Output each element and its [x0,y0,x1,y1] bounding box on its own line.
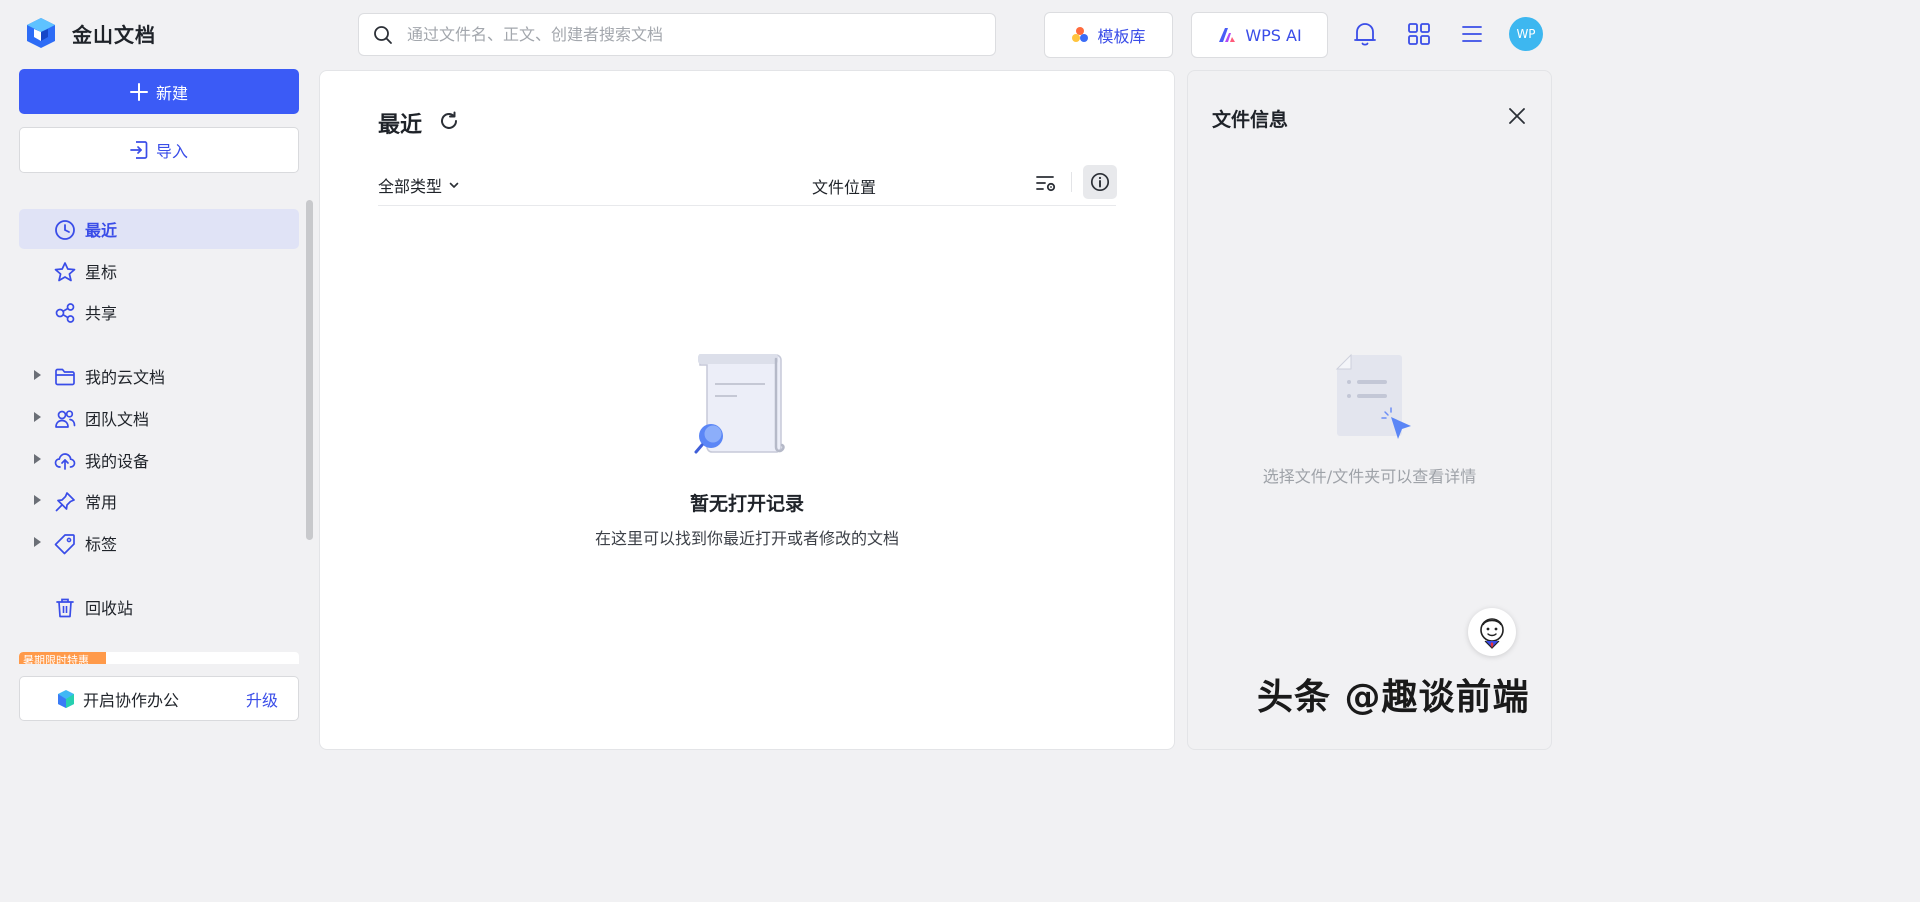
column-header-location: 文件位置 [812,178,877,197]
grid-icon [1408,23,1430,45]
type-filter-label: 全部类型 [378,177,443,196]
sidebar-item-label: 我的云文档 [85,368,166,387]
close-icon[interactable] [1506,105,1528,127]
select-file-illustration-icon [1335,353,1411,439]
type-filter-dropdown[interactable]: 全部类型 [378,173,460,197]
sidebar-item-label: 回收站 [85,599,134,618]
pin-icon [55,492,75,512]
search-box[interactable] [358,13,996,56]
sidebar-item-trash[interactable]: 回收站 [19,587,299,627]
tag-icon [54,534,75,555]
sidebar-item-label: 团队文档 [85,410,150,429]
expand-caret-icon[interactable] [34,370,41,380]
clock-icon [55,220,75,240]
collab-cube-icon [58,690,74,708]
sidebar-item-label: 星标 [85,263,118,282]
template-library-label: 模板库 [1097,27,1146,46]
header-divider [378,205,1116,206]
import-icon [130,141,148,159]
share-icon [55,303,75,323]
template-icon [1072,27,1089,42]
sidebar-item-label: 常用 [85,493,118,512]
trash-icon [56,598,74,618]
expand-caret-icon[interactable] [34,495,41,505]
sidebar-item-label: 最近 [85,221,118,240]
hamburger-icon [1462,26,1482,42]
template-library-button[interactable]: 模板库 [1044,12,1173,58]
expand-caret-icon[interactable] [34,412,41,422]
import-button[interactable]: 导入 [19,127,299,173]
list-settings-icon[interactable] [1034,171,1058,195]
menu-button[interactable] [1458,20,1486,48]
sidebar-item-recent[interactable]: 最近 [19,209,299,249]
new-button[interactable]: 新建 [19,69,299,114]
new-button-label: 新建 [155,83,188,103]
main-panel: 最近 全部类型 文件位置 暂无打开记录 在这里可以找到你最近打开或者修改的文档 [319,70,1175,750]
sidebar-item-tags[interactable]: 标签 [19,523,299,563]
sidebar-item-starred[interactable]: 星标 [19,251,299,291]
star-icon [54,262,76,282]
notification-button[interactable] [1351,20,1379,48]
expand-caret-icon[interactable] [34,537,41,547]
sidebar-item-label: 我的设备 [85,452,150,471]
apps-button[interactable] [1405,20,1433,48]
upgrade-link[interactable]: 升级 [246,687,278,711]
import-button-label: 导入 [155,142,188,161]
wps-ai-label: WPS AI [1245,25,1302,45]
sidebar-item-team-docs[interactable]: 团队文档 [19,398,299,438]
sidebar-scrollbar[interactable] [306,200,313,540]
sidebar-item-frequent[interactable]: 常用 [19,481,299,521]
wps-ai-icon [1219,28,1236,42]
assistant-bot-button[interactable] [1468,608,1516,656]
search-icon [374,25,392,44]
app-name: 金山文档 [72,22,156,47]
folder-icon [55,368,75,386]
sidebar-item-my-devices[interactable]: 我的设备 [19,440,299,480]
toolbar-divider [1071,172,1072,192]
sidebar-item-shared[interactable]: 共享 [19,292,299,332]
file-info-title: 文件信息 [1212,109,1289,131]
chevron-down-icon [449,182,459,188]
watermark-text: 头条 @趣谈前端 [1257,677,1530,718]
refresh-icon[interactable] [438,110,460,132]
app-logo[interactable]: 金山文档 [24,16,156,50]
cloud-upload-icon [54,453,76,470]
plus-icon [129,82,148,101]
bell-icon [1354,23,1376,46]
collab-label: 开启协作办公 [83,690,180,710]
kdocs-logo-icon [27,18,55,48]
sidebar-item-my-cloud-docs[interactable]: 我的云文档 [19,356,299,396]
page-title: 最近 [378,113,423,138]
wps-ai-button[interactable]: WPS AI [1191,12,1328,58]
expand-caret-icon[interactable] [34,454,41,464]
file-info-hint: 选择文件/文件夹可以查看详情 [1262,467,1477,486]
assistant-mascot-icon [1480,618,1504,649]
team-icon [55,410,76,428]
search-input[interactable] [407,25,967,44]
promo-tag: 暑期限时特惠 [19,652,106,664]
info-icon [1090,172,1110,192]
file-info-toggle-button[interactable] [1083,165,1117,199]
sidebar-item-label: 标签 [85,535,118,554]
promo-banner[interactable]: 暑期限时特惠 [19,652,299,664]
empty-state-title: 暂无打开记录 [689,493,804,515]
collab-bar: 开启协作办公 升级 [19,676,299,721]
user-avatar[interactable]: WP [1509,17,1543,51]
sidebar-item-label: 共享 [85,304,118,323]
empty-state-subtitle: 在这里可以找到你最近打开或者修改的文档 [594,529,899,548]
empty-scroll-illustration-icon [694,354,785,454]
